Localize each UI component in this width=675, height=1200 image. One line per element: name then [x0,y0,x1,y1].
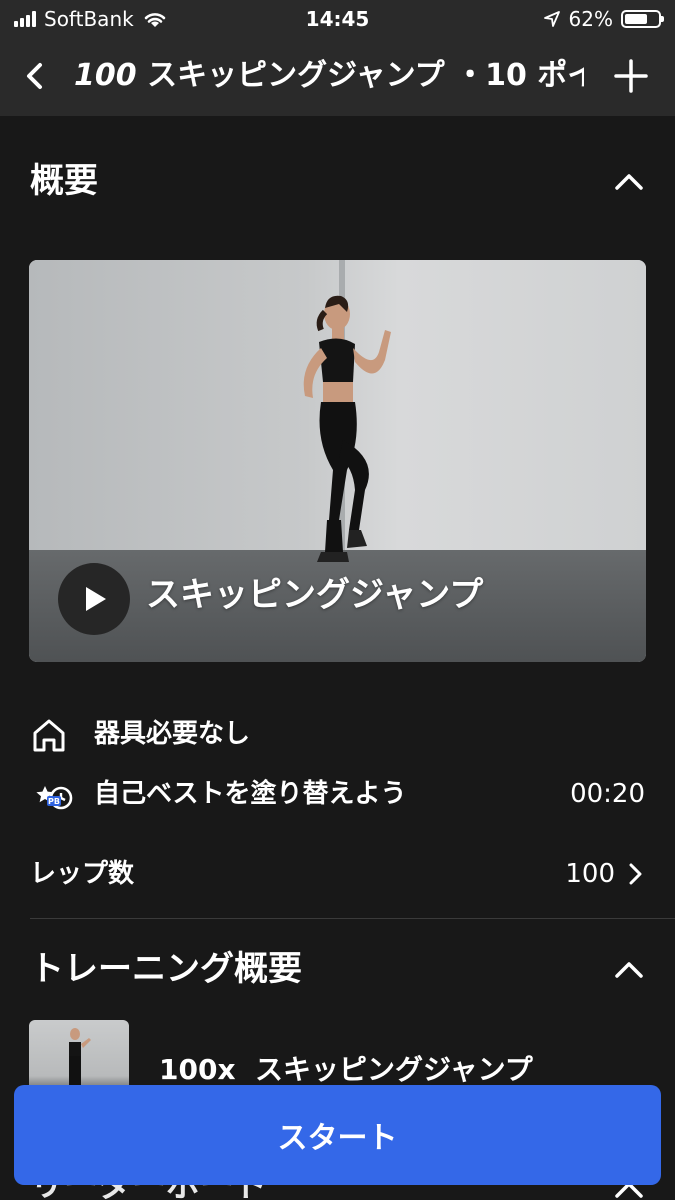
battery-percent: 62% [568,7,613,31]
title-text: スキッピングジャンプ ・10 ポイント [147,58,584,93]
exercise-thumbnail [29,1020,129,1090]
battery-icon [621,10,664,28]
location-arrow-icon [543,11,560,27]
personal-best-time: 00:20 [570,779,645,809]
chevron-up-icon[interactable] [613,954,645,986]
exercise-name: スキッピングジャンプ [255,1053,533,1086]
chevron-up-icon[interactable] [613,166,645,198]
athlete-thumbnail-figure [69,1028,91,1090]
exercise-text: 100x スキッピングジャンプ [159,1048,533,1088]
reps-row[interactable]: レップ数 100 [30,852,645,896]
overview-title: 概要 [30,161,98,201]
personal-best-icon: PB [36,786,73,810]
pb-badge-text: PB [48,797,60,806]
personal-best-text: 自己ベストを塗り替えよう [94,779,407,809]
athlete-figure [303,295,391,562]
start-button[interactable]: スタート [14,1085,661,1185]
equipment-text: 器具必要なし [94,719,251,749]
divider [30,918,675,919]
home-icon [33,719,65,752]
back-icon[interactable] [18,58,54,94]
add-icon[interactable] [611,56,651,96]
exercise-count: 100x [159,1053,236,1086]
exercise-video[interactable]: スキッピングジャンプ [29,260,646,662]
play-button[interactable] [58,563,130,635]
reps-value: 100 [565,859,615,889]
training-overview-header[interactable]: トレーニング概要 [30,944,645,994]
status-right: 62% [543,7,664,31]
overview-header[interactable]: 概要 [30,156,645,206]
chevron-right-icon [629,863,642,885]
video-label: スキッピングジャンプ [146,575,484,615]
training-overview-title: トレーニング概要 [30,949,302,989]
title-number: 100 [74,58,137,93]
equipment-row: 器具必要なし [30,712,645,756]
exercise-item[interactable]: 100x スキッピングジャンプ [29,1020,649,1090]
nav-bar: 100 スキッピングジャンプ ・10 ポイント [0,40,675,116]
play-icon [86,587,106,611]
page-title: 100 スキッピングジャンプ ・10 ポイント [74,56,584,96]
personal-best-row: PB 自己ベストを塗り替えよう 00:20 [30,772,645,816]
status-bar: SoftBank 14:45 62% [0,0,675,40]
reps-label: レップ数 [30,859,135,889]
